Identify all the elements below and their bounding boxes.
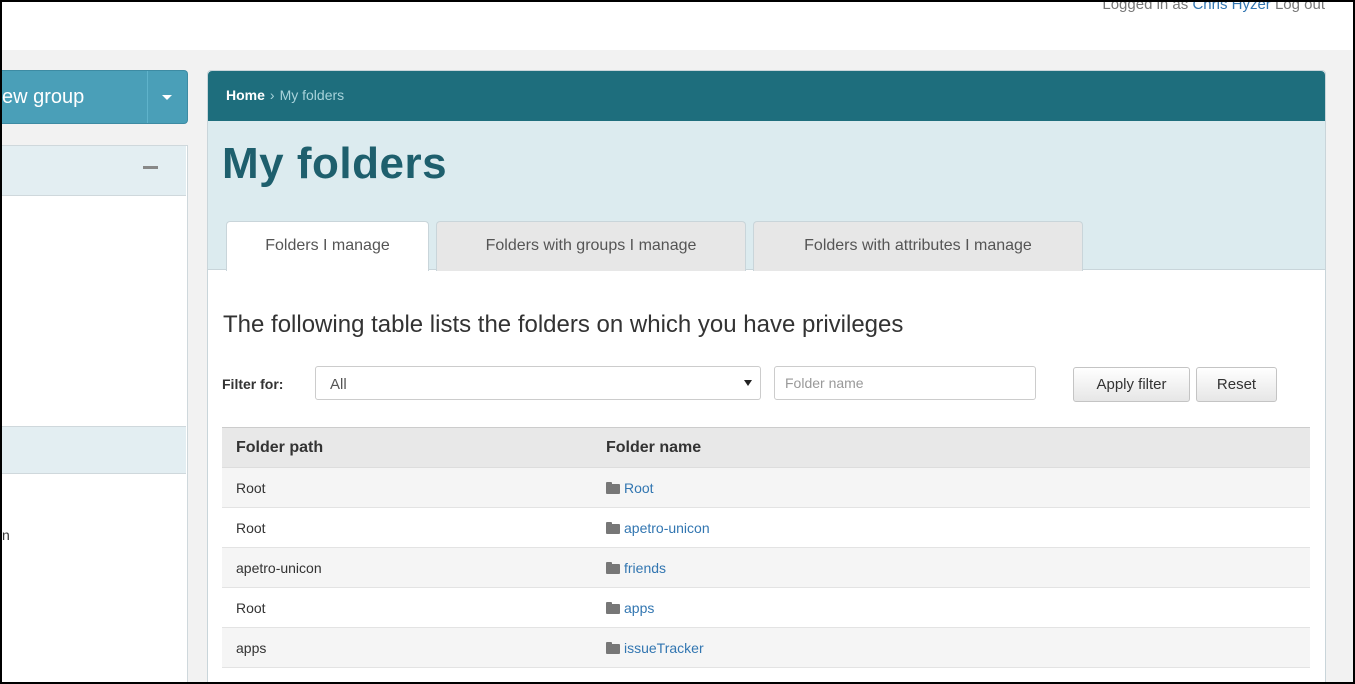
- new-group-button[interactable]: ew group: [2, 70, 188, 124]
- left-panel-section-header: [2, 426, 186, 474]
- folder-path-cell: apetro-unicon: [222, 547, 592, 588]
- table-row: apps issueTracker: [222, 627, 1310, 668]
- folder-name-input[interactable]: [774, 366, 1036, 400]
- caret-down-icon: [162, 95, 172, 100]
- dropdown-arrow-icon: [744, 380, 752, 386]
- folder-icon: [606, 641, 620, 654]
- folder-name-cell: friends: [592, 547, 1310, 588]
- app-frame: Logged in as Chris Hyzer Log out ew grou…: [0, 0, 1355, 684]
- folders-table: Folder path Folder name Root Root Root a…: [222, 427, 1310, 683]
- main-panel: Home › My folders My folders Folders I man…: [207, 70, 1326, 683]
- folder-link[interactable]: Root: [624, 480, 654, 496]
- section-subtitle: The following table lists the folders on…: [223, 311, 904, 338]
- folder-path-cell: Root: [222, 507, 592, 548]
- breadcrumb-separator: ›: [269, 87, 275, 103]
- tab-folders-with-groups[interactable]: Folders with groups I manage: [436, 221, 746, 271]
- breadcrumb: Home › My folders: [208, 71, 1325, 121]
- folder-name-cell: issueTracker: [592, 627, 1310, 668]
- table-row: apetro-unicon friends: [222, 547, 1310, 588]
- column-header-folder-path[interactable]: Folder path: [222, 427, 592, 468]
- folder-name-cell: apetro-unicon: [592, 507, 1310, 548]
- top-bar: Logged in as Chris Hyzer Log out: [2, 0, 1353, 50]
- tab-folders-i-manage[interactable]: Folders I manage: [226, 221, 429, 271]
- reset-button[interactable]: Reset: [1196, 367, 1277, 402]
- folder-icon: [606, 601, 620, 614]
- left-panel-text-fragment: n: [2, 527, 10, 543]
- login-prefix: Logged in as: [1102, 0, 1189, 13]
- folder-path-cell: Root: [222, 667, 592, 682]
- folder-link[interactable]: issueTracker: [624, 640, 704, 656]
- folder-link[interactable]: friends: [624, 560, 666, 576]
- table-row: Root Root: [222, 467, 1310, 508]
- breadcrumb-home-link[interactable]: Home: [226, 87, 265, 103]
- new-group-dropdown-toggle[interactable]: [147, 71, 187, 123]
- collapse-icon[interactable]: [143, 166, 158, 169]
- left-panel: n: [2, 145, 188, 682]
- page-header: My folders Folders I manage Folders with…: [208, 121, 1325, 271]
- folder-path-cell: Root: [222, 467, 592, 508]
- folder-icon: [606, 561, 620, 574]
- folder-link[interactable]: aStem: [624, 680, 664, 683]
- left-panel-header: [2, 146, 186, 196]
- filter-label: Filter for:: [222, 376, 284, 392]
- folder-link[interactable]: apps: [624, 600, 654, 616]
- new-group-label: ew group: [2, 86, 85, 108]
- filter-select-value: All: [330, 376, 347, 393]
- folder-icon: [606, 481, 620, 494]
- folder-name-cell: Root: [592, 467, 1310, 508]
- folder-path-cell: apps: [222, 627, 592, 668]
- table-row: Root aStem: [222, 667, 1310, 683]
- column-header-folder-name[interactable]: Folder name: [592, 427, 1310, 468]
- folder-name-cell: aStem: [592, 667, 1310, 683]
- apply-filter-button[interactable]: Apply filter: [1073, 367, 1190, 402]
- folder-name-cell: apps: [592, 587, 1310, 628]
- login-info: Logged in as Chris Hyzer Log out: [1102, 0, 1325, 13]
- breadcrumb-current: My folders: [279, 87, 345, 103]
- folder-icon: [606, 521, 620, 534]
- page-title: My folders: [222, 139, 448, 188]
- folder-path-cell: Root: [222, 587, 592, 628]
- table-row: Root apetro-unicon: [222, 507, 1310, 548]
- table-header-row: Folder path Folder name: [222, 427, 1310, 468]
- table-row: Root apps: [222, 587, 1310, 628]
- user-name-link[interactable]: Chris Hyzer: [1192, 2, 1270, 13]
- folder-link[interactable]: apetro-unicon: [624, 520, 710, 536]
- logout-link[interactable]: Log out: [1275, 2, 1325, 13]
- tab-folders-with-attributes[interactable]: Folders with attributes I manage: [753, 221, 1083, 271]
- filter-select[interactable]: All: [315, 366, 761, 400]
